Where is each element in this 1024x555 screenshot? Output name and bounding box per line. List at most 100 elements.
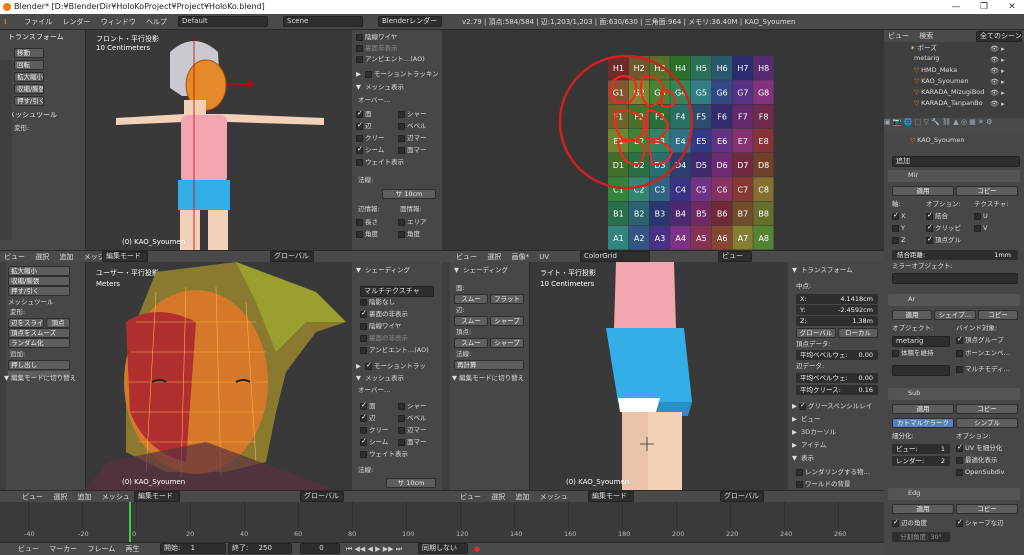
hidden-wire-checkbox[interactable] xyxy=(356,33,363,41)
bl-normal-size-field[interactable]: サ 10cm xyxy=(386,478,436,488)
br-tabs[interactable] xyxy=(442,262,450,490)
view-levels-field[interactable]: ビュー: 1 xyxy=(892,444,950,454)
edgesplit-modifier-header[interactable]: Edg xyxy=(888,488,1020,500)
outliner-item-metarig[interactable]: metarig xyxy=(914,54,939,62)
bl-edge-mark-checkbox[interactable] xyxy=(398,426,405,434)
info-editor-icon[interactable]: ℹ xyxy=(4,14,22,30)
normal-size-field[interactable]: サ 10cm xyxy=(382,189,436,199)
local-button[interactable]: ローカル xyxy=(838,328,878,338)
vertex-sharp-button[interactable]: シャープ xyxy=(490,338,524,348)
catmull-clark-button[interactable]: カトマルクラーク xyxy=(892,418,954,428)
uv-editor[interactable]: H1 H2 H3 H4 H5 H6 H7 H8 G1 G2 G3 G4 G5 G6 G7 G8 F1 F2 F3 F4… xyxy=(442,30,884,250)
edge-mark-checkbox[interactable] xyxy=(398,134,405,142)
tl-mode-select[interactable]: 編集モード xyxy=(102,251,148,262)
uv-view-menu[interactable]: ビュー xyxy=(456,253,477,261)
mirror-modifier-name[interactable]: Mir xyxy=(908,171,918,180)
length-checkbox[interactable] xyxy=(356,218,363,226)
vertex-slide-button[interactable]: 頂点 xyxy=(46,318,70,328)
face-angle-checkbox[interactable] xyxy=(398,230,405,238)
smooth-vertex-button[interactable]: 頂点をスムーズ xyxy=(8,328,70,338)
armature-copy-button[interactable]: コピー xyxy=(978,310,1018,320)
mirror-modifier-header[interactable]: Mir xyxy=(888,170,1020,182)
median-z-field[interactable]: Z: 1.38m xyxy=(796,316,878,326)
item-panel-label[interactable]: アイテム xyxy=(801,441,826,449)
bl-scale-button[interactable]: 拡大縮小 xyxy=(8,266,70,276)
bl-mesh-tools-header[interactable]: メッシュツール xyxy=(8,298,54,307)
mirror-apply-button[interactable]: 適用 xyxy=(892,186,954,196)
sharp-checkbox[interactable] xyxy=(398,110,405,118)
mirror-x-checkbox[interactable] xyxy=(892,211,899,220)
br-mesh-menu[interactable]: メッシュ xyxy=(540,493,568,501)
uv-select-menu[interactable]: 選択 xyxy=(487,253,501,261)
bl-add-menu[interactable]: 追加 xyxy=(77,493,91,501)
mirror-object-field[interactable] xyxy=(892,273,1018,284)
uv-smooth-checkbox[interactable] xyxy=(956,443,963,452)
global-button[interactable]: グローバル xyxy=(796,328,836,338)
bl-viewport[interactable]: ユーザー・平行投影 Meters (0) KAO_Syoumen xyxy=(86,262,352,490)
push-pull-button[interactable]: 押す/引く xyxy=(14,96,44,106)
rotate-button[interactable]: 回転 xyxy=(14,60,44,70)
crease-checkbox[interactable] xyxy=(356,134,363,142)
area-checkbox[interactable] xyxy=(398,218,405,226)
timeline-marker-menu[interactable]: マーカー xyxy=(49,545,77,553)
record-icon[interactable]: ● xyxy=(474,543,480,555)
front-character-model[interactable] xyxy=(86,30,352,250)
solid-tex-checkbox[interactable] xyxy=(360,298,367,306)
transform-label[interactable]: トランスフォーム xyxy=(801,266,853,274)
bl-motion-expand-icon[interactable]: ▶ xyxy=(356,362,361,370)
recalculate-button[interactable]: 再計算 xyxy=(454,360,524,370)
edgesplit-copy-button[interactable]: コピー xyxy=(956,504,1018,514)
br-pivot-select[interactable]: グローバル xyxy=(720,491,764,502)
tl-select-menu[interactable]: 選択 xyxy=(35,253,49,261)
br-shading-expand-icon[interactable]: ▼ xyxy=(454,266,459,274)
outliner-view-menu[interactable]: ビュー xyxy=(888,32,909,40)
tl-view-menu[interactable]: ビュー xyxy=(4,253,25,261)
bl-ao-checkbox[interactable] xyxy=(360,346,367,354)
render-engine-select[interactable]: Blenderレンダー xyxy=(378,16,442,27)
bl-faces-checkbox[interactable] xyxy=(360,401,367,410)
bl-ao-disabled-checkbox[interactable] xyxy=(360,334,367,342)
split-angle-field[interactable]: 分割角度: 30° xyxy=(892,532,950,542)
outliner-item-tanpan[interactable]: KARADA_TanpanBo xyxy=(921,99,983,107)
tl-mesh-tools-header[interactable]: メッシュツール xyxy=(8,110,57,120)
bl-crease-checkbox[interactable] xyxy=(360,426,367,434)
br-add-menu[interactable]: 追加 xyxy=(515,493,529,501)
start-frame-field[interactable]: 開始: 1 xyxy=(160,543,226,554)
view-expand-icon[interactable]: ▶ xyxy=(792,415,797,423)
bl-mesh-menu[interactable]: メッシュ xyxy=(102,493,130,501)
outliner-search-menu[interactable]: 検索 xyxy=(919,32,933,40)
seam-checkbox[interactable] xyxy=(356,145,363,154)
outliner-item-kao[interactable]: KAO_Syoumen xyxy=(921,77,968,85)
keep-volume-checkbox[interactable] xyxy=(892,349,899,357)
edge-bevel-field[interactable]: 平均ベベルウェ: 0.00 xyxy=(796,373,878,383)
bl-mode-select[interactable]: 編集モード xyxy=(134,491,180,502)
tl-transform-header[interactable]: トランスフォーム xyxy=(0,32,85,42)
tl-tabs[interactable] xyxy=(0,60,12,240)
close-icon[interactable]: ✕ xyxy=(1000,0,1024,14)
bl-select-menu[interactable]: 選択 xyxy=(53,493,67,501)
add-modifier-select[interactable]: 追加 xyxy=(892,156,1020,167)
br-mode-select[interactable]: 編集モード xyxy=(588,491,634,502)
shrink-button[interactable]: 収縮/膨張 xyxy=(14,84,44,94)
minimize-icon[interactable]: — xyxy=(944,0,968,14)
transform-expand-icon[interactable]: ▼ xyxy=(792,266,797,274)
shading-mode-select[interactable]: マルチテクスチャ xyxy=(360,286,434,297)
menu-help[interactable]: ヘルプ xyxy=(146,14,167,30)
bl-edges-checkbox[interactable] xyxy=(360,413,367,422)
motion-checkbox[interactable] xyxy=(365,70,372,78)
face-smooth-button[interactable]: スムー xyxy=(454,294,488,304)
scene-select[interactable]: Scene xyxy=(283,16,363,27)
item-expand-icon[interactable]: ▶ xyxy=(792,441,797,449)
vgroup-checkbox[interactable] xyxy=(926,235,933,244)
subsurf-modifier-header[interactable]: Sub xyxy=(888,388,1020,400)
current-frame-field[interactable]: 0 xyxy=(300,543,340,554)
vertex-smooth-button[interactable]: スムー xyxy=(454,338,488,348)
edges-checkbox[interactable] xyxy=(356,121,363,130)
armature-modifier-name[interactable]: Ar xyxy=(908,295,915,304)
uv-view-select[interactable]: ビュー xyxy=(718,251,752,262)
edgesplit-apply-button[interactable]: 適用 xyxy=(892,504,954,514)
median-y-field[interactable]: Y: -2.4592cm xyxy=(796,305,878,315)
render-levels-field[interactable]: レンダー: 2 xyxy=(892,456,950,466)
randomize-button[interactable]: ランダム化 xyxy=(8,338,70,348)
sharp-edges-checkbox[interactable] xyxy=(956,518,963,527)
